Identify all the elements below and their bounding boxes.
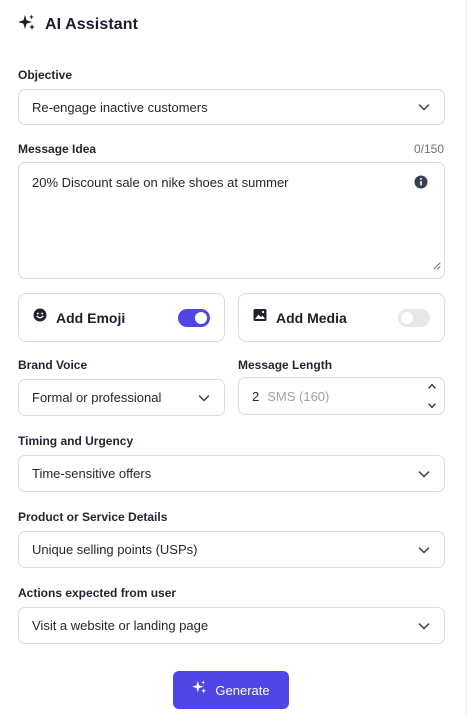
add-media-label: Add Media [276,309,347,326]
resize-handle-icon[interactable] [432,257,441,275]
brand-voice-label: Brand Voice [18,358,88,372]
product-value: Unique selling points (USPs) [32,542,198,557]
toggle-knob [195,312,207,324]
chevron-down-icon[interactable] [427,402,437,410]
actions-value: Visit a website or landing page [32,618,209,633]
objective-value: Re-engage inactive customers [32,99,208,115]
page-title: AI Assistant [45,16,139,33]
message-idea-textarea[interactable]: 20% Discount sale on nike shoes at summe… [18,162,445,279]
chevron-down-icon [418,104,430,111]
timing-label: Timing and Urgency [18,434,134,448]
message-length-stepper[interactable]: 2 SMS (160) [238,377,445,415]
generate-button[interactable]: Generate [173,671,289,709]
sparkle-icon [18,14,36,37]
add-emoji-label: Add Emoji [56,309,126,326]
chevron-down-icon [418,622,430,629]
image-icon [253,308,267,327]
brand-voice-value: Formal or professional [32,390,162,405]
info-icon[interactable] [414,175,428,194]
add-media-toggle[interactable] [398,309,430,327]
sparkle-icon [192,680,207,700]
message-idea-label: Message Idea [18,142,97,156]
message-length-label: Message Length [238,358,333,372]
chevron-down-icon [418,470,430,477]
message-length-unit: SMS (160) [267,388,330,404]
actions-select[interactable]: Visit a website or landing page [18,607,445,644]
ai-assistant-panel: AI Assistant Objective Re-engage inactiv… [0,0,467,715]
smiley-icon [33,308,47,327]
chevron-up-icon[interactable] [427,382,437,390]
message-length-value: 2 [252,388,260,404]
add-emoji-card[interactable]: Add Emoji [18,293,225,342]
chevron-down-icon [418,546,430,553]
character-counter: 0/150 [413,142,444,156]
add-media-card[interactable]: Add Media [238,293,445,342]
product-select[interactable]: Unique selling points (USPs) [18,531,445,568]
timing-value: Time-sensitive offers [32,466,152,481]
product-label: Product or Service Details [18,510,168,524]
brand-voice-select[interactable]: Formal or professional [18,379,225,416]
chevron-down-icon [198,394,210,401]
message-idea-value: 20% Discount sale on nike shoes at summe… [32,175,289,190]
panel-header: AI Assistant [18,14,138,36]
toggle-knob [401,312,413,324]
add-emoji-toggle[interactable] [178,309,210,327]
objective-select[interactable]: Re-engage inactive customers [18,89,445,125]
generate-label: Generate [215,682,270,698]
timing-select[interactable]: Time-sensitive offers [18,455,445,492]
stepper-arrows [426,382,438,410]
actions-label: Actions expected from user [18,586,177,600]
objective-label: Objective [18,68,73,82]
